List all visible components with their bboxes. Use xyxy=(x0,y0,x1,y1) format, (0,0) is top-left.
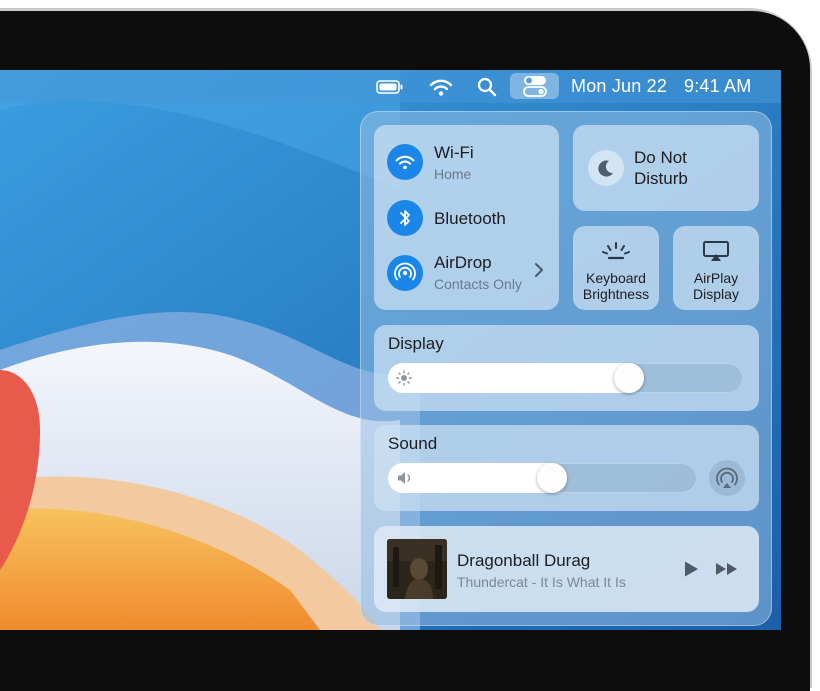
now-playing-artist: Thundercat - It Is What It Is xyxy=(457,574,626,590)
menubar-date[interactable]: Mon Jun 22 xyxy=(571,76,667,97)
menubar-time[interactable]: 9:41 AM xyxy=(684,76,751,97)
airplay-display-icon xyxy=(673,238,759,264)
control-center-icon[interactable] xyxy=(510,73,559,99)
wifi-label: Wi-Fi xyxy=(434,143,474,162)
speaker-icon xyxy=(396,470,414,491)
bluetooth-label: Bluetooth xyxy=(434,209,506,228)
play-icon[interactable] xyxy=(679,558,703,580)
moon-icon xyxy=(588,150,624,186)
sound-label: Sound xyxy=(388,434,438,453)
network-tile: Wi-Fi Home Bluetooth AirDrop Contacts On… xyxy=(374,125,559,310)
bluetooth-icon[interactable] xyxy=(387,200,423,236)
display-slider-knob[interactable] xyxy=(613,363,644,393)
menu-bar: Mon Jun 22 9:41 AM xyxy=(0,70,781,103)
display-label: Display xyxy=(388,334,444,353)
sound-volume-slider[interactable] xyxy=(388,463,697,493)
wifi-icon[interactable] xyxy=(428,74,454,99)
sun-icon xyxy=(396,370,412,391)
now-playing-title: Dragonball Durag xyxy=(457,551,591,570)
battery-icon[interactable] xyxy=(375,74,405,99)
airdrop-icon[interactable] xyxy=(387,255,423,291)
fast-forward-icon[interactable] xyxy=(714,558,740,580)
do-not-disturb-tile[interactable]: Do Not Disturb xyxy=(573,125,759,211)
wifi-network-name: Home xyxy=(434,166,472,182)
do-not-disturb-label: Do Not Disturb xyxy=(634,148,688,188)
airplay-audio-icon[interactable] xyxy=(709,460,745,496)
display-brightness-slider[interactable] xyxy=(388,363,743,393)
airplay-display-label: AirPlay Display xyxy=(693,270,739,302)
album-artwork[interactable] xyxy=(387,539,447,599)
sound-tile: Sound xyxy=(374,425,759,511)
keyboard-brightness-label: Keyboard Brightness xyxy=(582,270,650,302)
sound-slider-knob[interactable] xyxy=(537,463,568,493)
chevron-right-icon[interactable] xyxy=(534,262,544,283)
search-icon[interactable] xyxy=(476,74,498,99)
airdrop-label: AirDrop xyxy=(434,253,492,272)
control-center-panel: Wi-Fi Home Bluetooth AirDrop Contacts On… xyxy=(360,111,772,626)
keyboard-brightness-icon xyxy=(573,238,659,264)
wifi-icon[interactable] xyxy=(387,144,423,180)
airplay-display-tile[interactable]: AirPlay Display xyxy=(673,226,759,310)
display-tile: Display xyxy=(374,325,759,411)
display-slider-fill xyxy=(388,363,644,393)
now-playing-tile: Dragonball Durag Thundercat - It Is What… xyxy=(374,526,759,612)
airdrop-setting: Contacts Only xyxy=(434,276,522,292)
keyboard-brightness-tile[interactable]: Keyboard Brightness xyxy=(573,226,659,310)
